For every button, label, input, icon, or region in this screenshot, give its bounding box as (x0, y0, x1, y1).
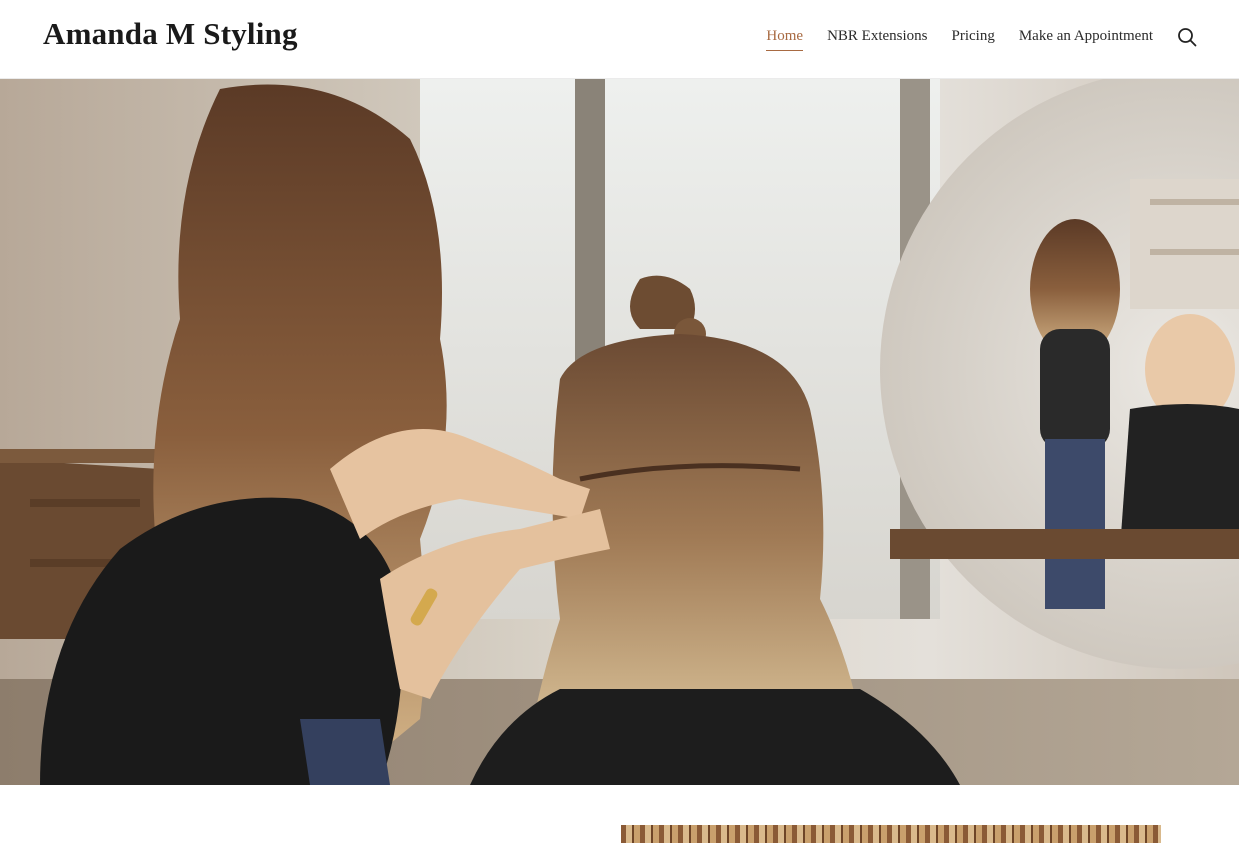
site-title[interactable]: Amanda M Styling (43, 16, 298, 52)
hero-image (0, 79, 1239, 785)
nav-item-pricing[interactable]: Pricing (952, 26, 995, 51)
site-header: Amanda M Styling Home NBR Extensions Pri… (0, 0, 1239, 79)
search-button[interactable] (1176, 26, 1198, 48)
content-section (0, 785, 1239, 843)
content-photo (621, 825, 1161, 843)
main-nav: Home NBR Extensions Pricing Make an Appo… (766, 26, 1153, 51)
search-icon (1178, 28, 1197, 47)
nav-item-nbr-extensions[interactable]: NBR Extensions (827, 26, 927, 51)
nav-item-make-an-appointment[interactable]: Make an Appointment (1019, 26, 1153, 51)
hero-photo (0, 79, 1239, 785)
nav-item-home[interactable]: Home (766, 26, 804, 51)
